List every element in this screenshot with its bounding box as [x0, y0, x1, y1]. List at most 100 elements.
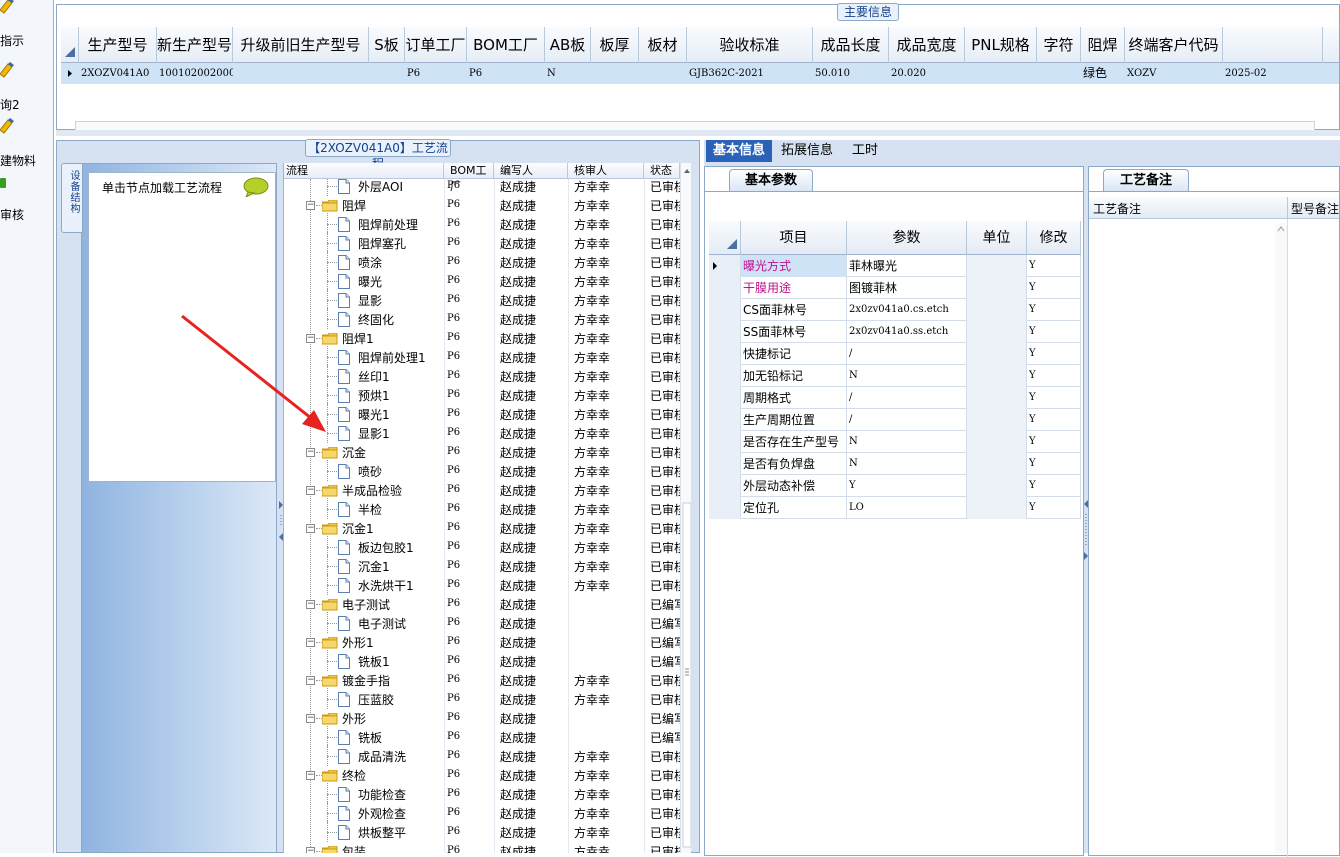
- param-edit-cell[interactable]: Y: [1027, 277, 1081, 299]
- tree-row[interactable]: 显影 P6 赵成捷 方幸幸 已审核: [284, 289, 684, 310]
- param-edit-cell[interactable]: Y: [1027, 299, 1081, 321]
- tree-row[interactable]: 阻焊塞孔 P6 赵成捷 方幸幸 已审核: [284, 232, 684, 253]
- param-edit-cell[interactable]: Y: [1027, 365, 1081, 387]
- param-value-cell[interactable]: Y: [847, 475, 967, 497]
- column-header[interactable]: 板材: [639, 27, 687, 63]
- collapse-toggle-icon[interactable]: −: [306, 524, 315, 533]
- param-value-cell[interactable]: N: [847, 453, 967, 475]
- param-edit-cell[interactable]: Y: [1027, 409, 1081, 431]
- tree-row[interactable]: 喷涂 P6 赵成捷 方幸幸 已审核: [284, 251, 684, 272]
- tree-row[interactable]: 铣板 P6 赵成捷 已编写: [284, 726, 684, 747]
- splitter-grip-icon[interactable]: [1083, 500, 1089, 560]
- tree-row[interactable]: 外层AOIP6赵成捷方幸幸已审核: [284, 175, 684, 196]
- column-header[interactable]: AB板: [545, 27, 591, 63]
- tree-row[interactable]: 终固化 P6 赵成捷 方幸幸 已审核: [284, 308, 684, 329]
- tree-column-header[interactable]: 编写人: [494, 163, 568, 179]
- tree-row[interactable]: − 电子测试 P6 赵成捷 已编写: [284, 595, 684, 614]
- param-unit-cell[interactable]: [967, 497, 1027, 519]
- params-row[interactable]: 快捷标记 / Y: [709, 343, 1081, 365]
- column-header[interactable]: 订单工厂: [405, 27, 467, 63]
- grid-cell[interactable]: GJB362C-2021: [687, 63, 813, 84]
- param-edit-cell[interactable]: Y: [1027, 387, 1081, 409]
- tree-row[interactable]: − 沉金 P6 赵成捷 方幸幸 已审核: [284, 443, 684, 462]
- tree-row[interactable]: 功能检查 P6 赵成捷 方幸幸 已审核: [284, 783, 684, 804]
- params-column-header[interactable]: 修改: [1027, 221, 1081, 255]
- tree-row[interactable]: − 外形 P6 赵成捷 已编写: [284, 709, 684, 728]
- param-value-cell[interactable]: 2x0zv041a0.cs.etch: [847, 299, 967, 321]
- param-value-cell[interactable]: /: [847, 343, 967, 365]
- param-unit-cell[interactable]: [967, 453, 1027, 475]
- params-row[interactable]: 是否存在生产型号 N Y: [709, 431, 1081, 453]
- param-edit-cell[interactable]: Y: [1027, 321, 1081, 343]
- collapse-toggle-icon[interactable]: −: [306, 638, 315, 647]
- param-unit-cell[interactable]: [967, 365, 1027, 387]
- tree-row[interactable]: 预烘1 P6 赵成捷 方幸幸 已审核: [284, 384, 684, 405]
- param-value-cell[interactable]: 2x0zv041a0.ss.etch: [847, 321, 967, 343]
- left-nav-item[interactable]: 指示: [0, 0, 52, 48]
- collapse-toggle-icon[interactable]: −: [306, 676, 315, 685]
- tree-column-header[interactable]: 核审人: [568, 163, 644, 179]
- column-header[interactable]: S板: [369, 27, 405, 63]
- grid-cell[interactable]: [369, 63, 405, 84]
- collapse-toggle-icon[interactable]: −: [306, 847, 315, 853]
- param-edit-cell[interactable]: Y: [1027, 255, 1081, 277]
- param-unit-cell[interactable]: [967, 321, 1027, 343]
- param-unit-cell[interactable]: [967, 255, 1027, 277]
- grid-cell[interactable]: 20.020: [889, 63, 965, 84]
- grid-cell[interactable]: P6: [467, 63, 545, 84]
- left-nav-item[interactable]: 建物料: [0, 116, 52, 168]
- param-unit-cell[interactable]: [967, 475, 1027, 497]
- param-unit-cell[interactable]: [967, 277, 1027, 299]
- grid-cell[interactable]: P6: [405, 63, 467, 84]
- remark-scrollbar[interactable]: [1275, 223, 1287, 853]
- left-nav-item[interactable]: 审核: [0, 170, 52, 222]
- tree-row[interactable]: 成品清洗 P6 赵成捷 方幸幸 已审核: [284, 745, 684, 766]
- grid-cell[interactable]: N: [545, 63, 591, 84]
- param-value-cell[interactable]: N: [847, 365, 967, 387]
- param-value-cell[interactable]: /: [847, 409, 967, 431]
- tree-column-header[interactable]: 流程: [284, 163, 444, 179]
- tree-row[interactable]: 显影1 P6 赵成捷 方幸幸 已审核: [284, 422, 684, 443]
- tree-column-header[interactable]: BOM工厂: [444, 163, 494, 193]
- tree-row[interactable]: 烘板整平 P6 赵成捷 方幸幸 已审核: [284, 821, 684, 842]
- column-header[interactable]: 新生产型号: [157, 27, 233, 63]
- tree-row[interactable]: 电子测试 P6 赵成捷 已编写: [284, 612, 684, 633]
- param-edit-cell[interactable]: Y: [1027, 431, 1081, 453]
- left-nav-item[interactable]: 询2: [0, 60, 52, 112]
- tree-row[interactable]: 压蓝胶 P6 赵成捷 方幸幸 已审核: [284, 688, 684, 709]
- params-row[interactable]: 周期格式 / Y: [709, 387, 1081, 409]
- grid-cell[interactable]: 50.010: [813, 63, 889, 84]
- grid-data-row[interactable]: 2XOZV041A010010200200009P6P6NGJB362C-202…: [61, 63, 1339, 84]
- collapse-toggle-icon[interactable]: −: [306, 714, 315, 723]
- grid-cell[interactable]: XOZV: [1125, 63, 1223, 84]
- tree-row[interactable]: 喷砂 P6 赵成捷 方幸幸 已审核: [284, 460, 684, 481]
- param-unit-cell[interactable]: [967, 409, 1027, 431]
- column-header[interactable]: 终端客户代码: [1125, 27, 1223, 63]
- column-header[interactable]: PNL规格: [965, 27, 1037, 63]
- collapse-toggle-icon[interactable]: −: [306, 600, 315, 609]
- tree-row[interactable]: 丝印1 P6 赵成捷 方幸幸 已审核: [284, 365, 684, 386]
- tree-row[interactable]: − 沉金1 P6 赵成捷 方幸幸 已审核: [284, 519, 684, 538]
- param-unit-cell[interactable]: [967, 343, 1027, 365]
- params-column-header[interactable]: 项目: [741, 221, 847, 255]
- param-edit-cell[interactable]: Y: [1027, 343, 1081, 365]
- grid-cell[interactable]: 2025-02: [1223, 63, 1323, 84]
- param-value-cell[interactable]: LO: [847, 497, 967, 519]
- grid-cell[interactable]: 10010200200009: [157, 63, 233, 84]
- params-column-header[interactable]: 参数: [847, 221, 967, 255]
- grid-cell[interactable]: [233, 63, 369, 84]
- params-row[interactable]: SS面菲林号 2x0zv041a0.ss.etch Y: [709, 321, 1081, 343]
- param-unit-cell[interactable]: [967, 431, 1027, 453]
- column-header[interactable]: 字符: [1037, 27, 1081, 63]
- tab-basic-info[interactable]: 基本信息: [706, 140, 772, 162]
- param-edit-cell[interactable]: Y: [1027, 475, 1081, 497]
- horizontal-splitter[interactable]: [56, 130, 1340, 136]
- tree-row[interactable]: − 半成品检验 P6 赵成捷 方幸幸 已审核: [284, 481, 684, 500]
- splitter-grip-icon[interactable]: [278, 501, 284, 541]
- tab-work-hours[interactable]: 工时: [844, 140, 886, 162]
- grid-cell[interactable]: [591, 63, 639, 84]
- tab-extended-info[interactable]: 拓展信息: [776, 140, 838, 162]
- tree-row[interactable]: 曝光1 P6 赵成捷 方幸幸 已审核: [284, 403, 684, 424]
- tree-row[interactable]: 沉金1 P6 赵成捷 方幸幸 已审核: [284, 555, 684, 576]
- column-header[interactable]: 生产型号: [79, 27, 157, 63]
